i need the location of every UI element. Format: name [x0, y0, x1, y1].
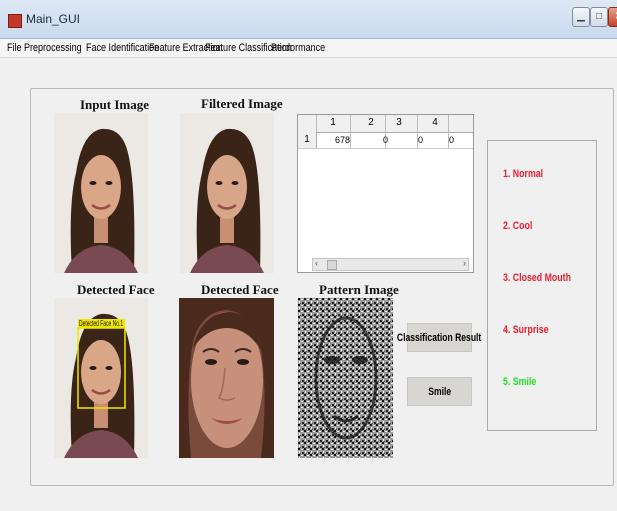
title-bar: Main_GUI ▁ □ ✕ — [0, 0, 617, 39]
maximize-button[interactable]: □ — [590, 7, 608, 27]
pattern-image-label: Pattern Image — [319, 282, 399, 297]
table-cell[interactable]: 0 — [424, 135, 454, 145]
column-header: 2 — [368, 117, 374, 128]
expression-results-panel: 1. Normal 2. Cool 3. Closed Mouth 4. Sur… — [487, 140, 597, 431]
classification-result-button[interactable]: Classification Result — [397, 323, 482, 352]
filtered-image-label: Filtered Image — [201, 96, 283, 111]
result-smile: 5. Smile — [503, 376, 537, 388]
maximize-icon: □ — [595, 11, 603, 22]
table-horizontal-scrollbar[interactable]: ‹ › — [312, 258, 469, 271]
scroll-right-icon[interactable]: › — [463, 258, 466, 268]
minimize-icon: ▁ — [577, 11, 585, 22]
column-header: 4 — [432, 117, 438, 128]
result-closed-mouth: 3. Closed Mouth — [503, 272, 571, 284]
column-header: 1 — [330, 117, 336, 128]
smile-result-button[interactable]: Smile — [407, 377, 472, 406]
smile-result-label: Smile — [428, 385, 451, 398]
filtered-image — [180, 113, 274, 273]
scroll-left-icon[interactable]: ‹ — [315, 258, 318, 268]
column-header: 3 — [396, 117, 402, 128]
lbp-pattern-texture — [298, 298, 393, 458]
zoomed-face-portrait — [179, 298, 274, 458]
table-cell[interactable]: 0 — [358, 135, 388, 145]
filtered-face-portrait — [180, 113, 274, 273]
feature-table[interactable]: 1 2 3 4 1 678 0 0 0 — [297, 114, 474, 273]
minimize-button[interactable]: ▁ — [572, 7, 590, 27]
classification-result-label: Classification Result — [397, 331, 482, 344]
input-face-portrait — [54, 113, 148, 273]
table-cell[interactable]: 0 — [393, 135, 423, 145]
result-normal: 1. Normal — [503, 168, 544, 180]
matlab-app-icon — [8, 14, 22, 28]
menu-perdormance[interactable]: Perdormance — [271, 42, 325, 54]
result-surprise: 4. Surprise — [503, 324, 549, 336]
table-cell[interactable]: 678 — [320, 135, 350, 145]
detected-face-image: Detected Face No.1 — [54, 298, 148, 458]
result-cool: 2. Cool — [503, 220, 533, 232]
menu-file[interactable]: File — [7, 42, 22, 54]
menu-preprocessing[interactable]: Preprocessing — [24, 42, 82, 54]
detected-face-zoom-image — [179, 298, 274, 458]
detected-face-label: Detected Face — [77, 282, 155, 297]
close-button[interactable]: ✕ — [608, 7, 617, 27]
close-icon: ✕ — [609, 8, 617, 26]
input-image — [54, 113, 148, 273]
row-header: 1 — [298, 132, 317, 149]
pattern-image — [298, 298, 393, 458]
detected-face-zoom-label: Detected Face — [201, 282, 279, 297]
scrollbar-thumb[interactable] — [327, 260, 337, 270]
input-image-label: Input Image — [80, 97, 149, 112]
detection-box-label: Detected Face No.1 — [79, 319, 124, 328]
menu-bar: File Preprocessing Face Identification F… — [0, 39, 617, 58]
window-title: Main_GUI — [26, 12, 81, 26]
